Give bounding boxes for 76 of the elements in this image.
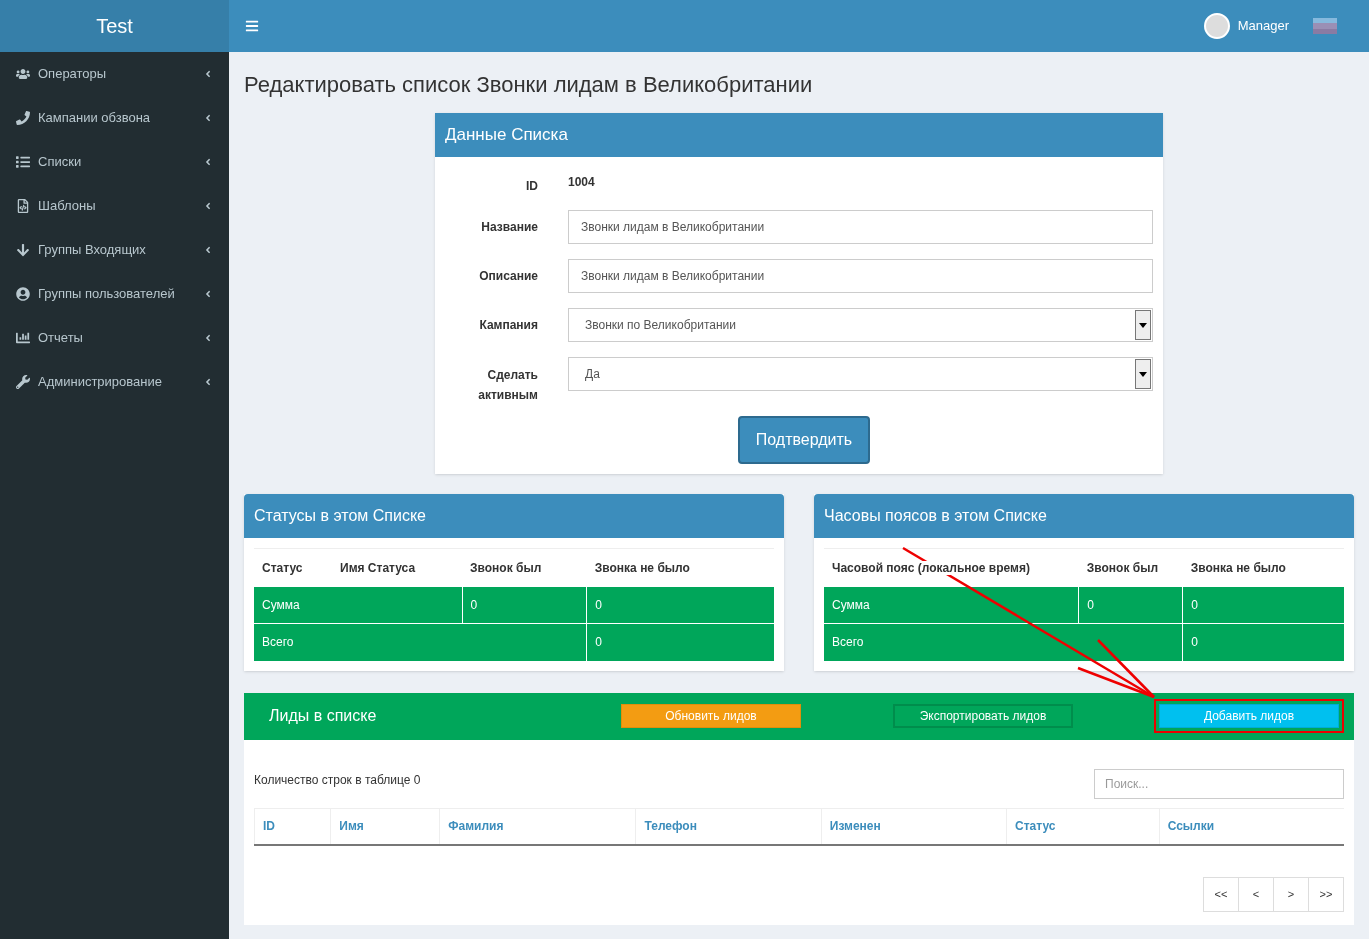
field-label: Название bbox=[480, 219, 538, 236]
page-title: Редактировать список Звонки лидам в Великобритании bbox=[244, 71, 814, 99]
column-header: Звонок был bbox=[1086, 560, 1159, 575]
input-field[interactable]: Звонки лидам в Великобритании bbox=[568, 259, 1153, 293]
field-label: Описание bbox=[478, 268, 538, 285]
chevron-icon bbox=[203, 69, 213, 79]
column-header[interactable]: Ссылки bbox=[1158, 808, 1344, 844]
table-cell: Всего bbox=[254, 623, 332, 661]
dropdown-field[interactable]: Да bbox=[568, 357, 1153, 391]
pagination-button[interactable]: >> bbox=[1308, 876, 1344, 912]
chevron-icon bbox=[203, 157, 213, 167]
submit-button[interactable]: Подтвердить bbox=[737, 416, 871, 464]
caret-icon bbox=[1135, 359, 1151, 389]
column-header[interactable]: Телефон bbox=[635, 808, 821, 844]
column-header: Часовой пояс (локальное время) bbox=[832, 560, 1030, 575]
list-icon bbox=[16, 155, 30, 169]
pagination-button[interactable]: << bbox=[1203, 876, 1239, 912]
table-cell: Сумма bbox=[824, 586, 1079, 624]
chevron-icon bbox=[203, 289, 213, 299]
bar-chart-icon bbox=[16, 331, 30, 345]
table-cell: 0 bbox=[586, 586, 774, 624]
chevron-icon bbox=[203, 333, 213, 343]
wrench-icon bbox=[16, 375, 30, 389]
sidebar-item[interactable]: Отчеты bbox=[0, 316, 229, 360]
field-label: ID bbox=[525, 178, 538, 195]
people-icon bbox=[16, 67, 30, 81]
brand-logo[interactable]: Test bbox=[0, 0, 229, 52]
pagination-button[interactable]: < bbox=[1238, 876, 1274, 912]
field-label: Сделать активным bbox=[477, 367, 538, 404]
input-field[interactable]: Звонки лидам в Великобритании bbox=[568, 210, 1153, 244]
field-label: Кампания bbox=[478, 317, 538, 334]
column-header[interactable]: Изменен bbox=[820, 808, 1007, 844]
dropdown-field[interactable]: Звонки по Великобритании bbox=[568, 308, 1153, 342]
column-header: Звонка не было bbox=[594, 560, 690, 575]
card-title: Данные Списка bbox=[435, 113, 1163, 157]
sidebar-item[interactable]: Шаблоны bbox=[0, 184, 229, 228]
phone-icon bbox=[16, 111, 30, 125]
chevron-icon bbox=[203, 113, 213, 123]
table-cell: 0 bbox=[1182, 623, 1344, 661]
user-name[interactable]: Manager bbox=[1237, 16, 1289, 36]
column-header: Статус bbox=[262, 560, 303, 575]
column-header[interactable]: Имя bbox=[330, 808, 440, 844]
field-value: 1004 bbox=[568, 174, 596, 191]
sidebar-item[interactable]: Администрирование bbox=[0, 360, 229, 404]
sidebar-item[interactable]: Операторы bbox=[0, 52, 229, 96]
sidebar-item[interactable]: Кампании обзвона bbox=[0, 96, 229, 140]
table-cell: 0 bbox=[462, 586, 587, 624]
card-title: Лиды в списке bbox=[269, 706, 378, 726]
sidebar-item[interactable]: Группы Входящих bbox=[0, 228, 229, 272]
document-icon bbox=[16, 199, 30, 213]
table-cell: 0 bbox=[1182, 586, 1344, 624]
table-cell: 0 bbox=[1078, 586, 1183, 624]
chevron-icon bbox=[203, 245, 213, 255]
caret-icon bbox=[1135, 310, 1151, 340]
table-cell: 0 bbox=[586, 623, 774, 661]
column-header: Звонка не было bbox=[1190, 560, 1286, 575]
column-header: Имя Статуса bbox=[340, 560, 416, 575]
column-header[interactable]: Статус bbox=[1006, 808, 1159, 844]
pagination-button[interactable]: > bbox=[1273, 876, 1309, 912]
down-arrow-icon bbox=[16, 243, 30, 257]
card-title: Статусы в этом Списке bbox=[244, 494, 784, 538]
table-cell: Всего bbox=[824, 623, 1079, 661]
avatar[interactable] bbox=[1203, 13, 1230, 39]
chevron-icon bbox=[203, 201, 213, 211]
card-title: Часовы поясов в этом Списке bbox=[814, 494, 1354, 538]
search-field[interactable]: Поиск... bbox=[1094, 768, 1344, 799]
column-header: Звонок был bbox=[470, 560, 542, 575]
row-count: Количество строк в таблице 0 bbox=[254, 771, 421, 789]
chevron-icon bbox=[203, 377, 213, 387]
sidebar-item[interactable]: Группы пользователей bbox=[0, 272, 229, 316]
menu-icon[interactable] bbox=[245, 19, 259, 33]
table-cell: Сумма bbox=[254, 586, 332, 624]
stripes-icon[interactable] bbox=[1313, 18, 1337, 34]
column-header[interactable]: ID bbox=[254, 808, 331, 844]
column-header[interactable]: Фамилия bbox=[439, 808, 636, 844]
sidebar-item[interactable]: Списки bbox=[0, 140, 229, 184]
